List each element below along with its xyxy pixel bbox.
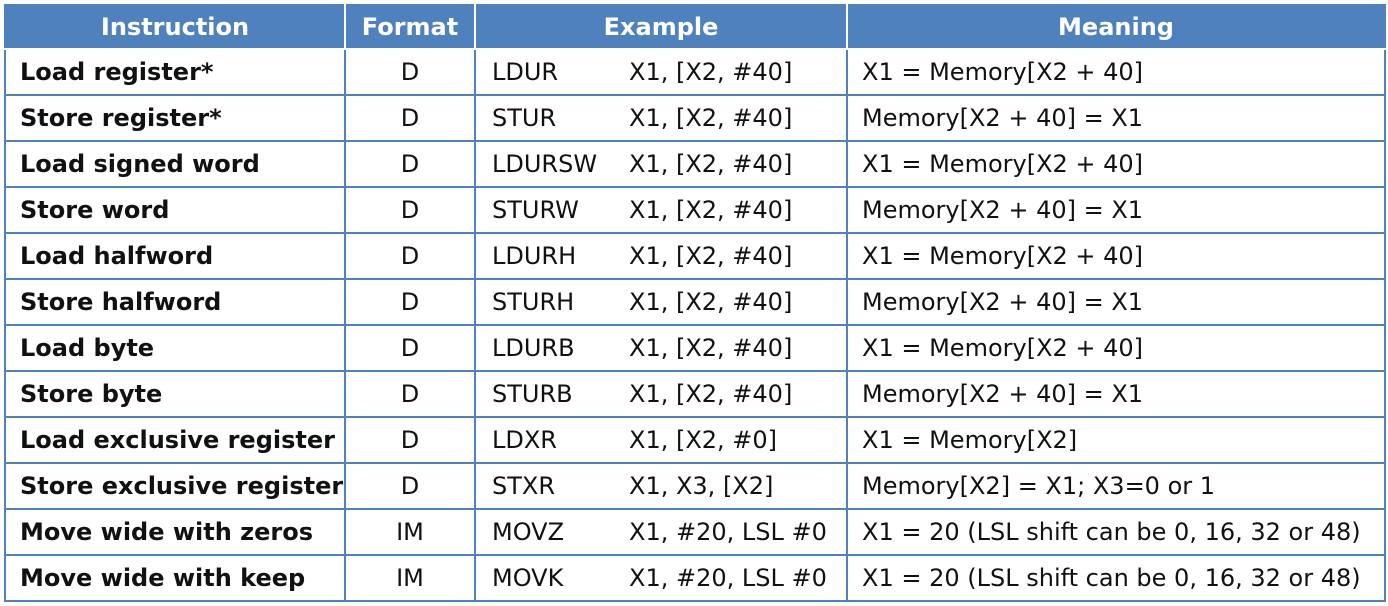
- header-instruction: Instruction: [4, 4, 346, 50]
- operands-cell: X1, [X2, #40]: [625, 370, 849, 418]
- instruction-cell: Load exclusive register: [4, 416, 346, 464]
- table-header: Instruction Format Example Meaning: [4, 4, 1387, 50]
- table-row: Load halfword D LDURH X1, [X2, #40] X1 = Mem…: [4, 232, 1387, 280]
- meaning-cell: X1 = Memory[X2]: [846, 416, 1387, 464]
- opcode-cell: LDXR: [474, 416, 625, 464]
- meaning-cell: X1 = Memory[X2 + 40]: [846, 324, 1387, 372]
- operands-cell: X1, [X2, #40]: [625, 94, 849, 142]
- meaning-cell: Memory[X2 + 40] = X1: [846, 186, 1387, 234]
- opcode-cell: STURH: [474, 278, 625, 326]
- table-row: Load signed word D LDURSW X1, [X2, #40] X1 =…: [4, 140, 1387, 188]
- table-row: Move wide with keep IM MOVK X1, #20, LSL #0…: [4, 554, 1387, 602]
- table-row: Move wide with zeros IM MOVZ X1, #20, LSL #…: [4, 508, 1387, 556]
- header-row: Instruction Format Example Meaning: [4, 4, 1387, 50]
- operands-cell: X1, [X2, #40]: [625, 278, 849, 326]
- instruction-cell: Load register*: [4, 48, 346, 96]
- table-row: Store halfword D STURH X1, [X2, #40] Memory[…: [4, 278, 1387, 326]
- table-row: Load exclusive register D LDXR X1, [X2, #0]…: [4, 416, 1387, 464]
- instruction-table-container: Instruction Format Example Meaning Load …: [4, 4, 1387, 602]
- instruction-cell: Store register*: [4, 94, 346, 142]
- format-cell: D: [344, 94, 476, 142]
- operands-cell: X1, [X2, #40]: [625, 48, 849, 96]
- operands-cell: X1, [X2, #40]: [625, 232, 849, 280]
- instruction-cell: Store word: [4, 186, 346, 234]
- opcode-cell: MOVK: [474, 554, 625, 602]
- format-cell: D: [344, 416, 476, 464]
- meaning-cell: X1 = Memory[X2 + 40]: [846, 232, 1387, 280]
- instruction-table: Instruction Format Example Meaning Load …: [4, 4, 1387, 602]
- header-example: Example: [473, 4, 849, 50]
- format-cell: D: [344, 140, 476, 188]
- opcode-cell: LDURH: [474, 232, 625, 280]
- operands-cell: X1, [X2, #40]: [625, 186, 849, 234]
- instruction-cell: Move wide with zeros: [4, 508, 346, 556]
- operands-cell: X1, [X2, #40]: [625, 140, 849, 188]
- operands-cell: X1, [X2, #40]: [625, 324, 849, 372]
- format-cell: D: [344, 48, 476, 96]
- instruction-cell: Load halfword: [4, 232, 346, 280]
- opcode-cell: STURW: [474, 186, 625, 234]
- format-cell: D: [344, 186, 476, 234]
- operands-cell: X1, X3, [X2]: [625, 462, 849, 510]
- instruction-cell: Move wide with keep: [4, 554, 346, 602]
- meaning-cell: Memory[X2 + 40] = X1: [846, 94, 1387, 142]
- table-row: Store exclusive register D STXR X1, X3, [X2…: [4, 462, 1387, 510]
- instruction-cell: Load signed word: [4, 140, 346, 188]
- table-row: Load byte D LDURB X1, [X2, #40] X1 = Memory[…: [4, 324, 1387, 372]
- header-meaning: Meaning: [846, 4, 1387, 50]
- format-cell: D: [344, 462, 476, 510]
- table-row: Store word D STURW X1, [X2, #40] Memory[X2 +…: [4, 186, 1387, 234]
- format-cell: D: [344, 232, 476, 280]
- opcode-cell: LDUR: [474, 48, 625, 96]
- meaning-cell: Memory[X2 + 40] = X1: [846, 370, 1387, 418]
- table-row: Store byte D STURB X1, [X2, #40] Memory[X2 +…: [4, 370, 1387, 418]
- opcode-cell: STURB: [474, 370, 625, 418]
- opcode-cell: STUR: [474, 94, 625, 142]
- meaning-cell: X1 = Memory[X2 + 40]: [846, 48, 1387, 96]
- instruction-cell: Store exclusive register: [4, 462, 346, 510]
- meaning-cell: X1 = 20 (LSL shift can be 0, 16, 32 or 4…: [846, 554, 1387, 602]
- meaning-cell: X1 = Memory[X2 + 40]: [846, 140, 1387, 188]
- format-cell: IM: [344, 508, 476, 556]
- operands-cell: X1, [X2, #0]: [625, 416, 849, 464]
- instruction-cell: Store byte: [4, 370, 346, 418]
- format-cell: D: [344, 278, 476, 326]
- table-row: Store register* D STUR X1, [X2, #40] Memory[…: [4, 94, 1387, 142]
- opcode-cell: LDURB: [474, 324, 625, 372]
- table-body: Load register* D LDUR X1, [X2, #40] X1 = Mem…: [4, 48, 1387, 602]
- format-cell: D: [344, 370, 476, 418]
- instruction-cell: Load byte: [4, 324, 346, 372]
- operands-cell: X1, #20, LSL #0: [625, 554, 849, 602]
- opcode-cell: STXR: [474, 462, 625, 510]
- format-cell: IM: [344, 554, 476, 602]
- opcode-cell: MOVZ: [474, 508, 625, 556]
- operands-cell: X1, #20, LSL #0: [625, 508, 849, 556]
- format-cell: D: [344, 324, 476, 372]
- opcode-cell: LDURSW: [474, 140, 625, 188]
- meaning-cell: Memory[X2] = X1; X3=0 or 1: [846, 462, 1387, 510]
- meaning-cell: X1 = 20 (LSL shift can be 0, 16, 32 or 4…: [846, 508, 1387, 556]
- meaning-cell: Memory[X2 + 40] = X1: [846, 278, 1387, 326]
- table-row: Load register* D LDUR X1, [X2, #40] X1 = Mem…: [4, 48, 1387, 96]
- instruction-cell: Store halfword: [4, 278, 346, 326]
- header-format: Format: [344, 4, 476, 50]
